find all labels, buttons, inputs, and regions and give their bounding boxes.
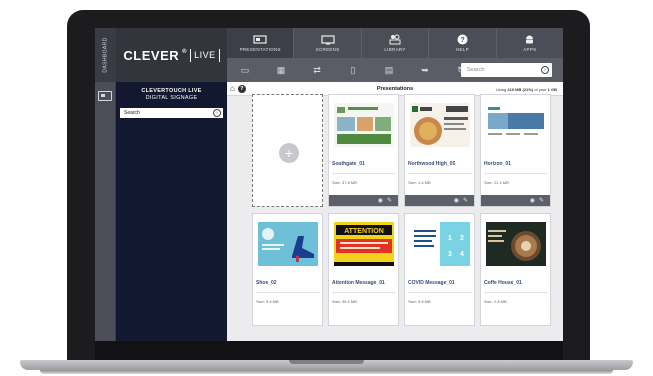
card-name: Horizon_01	[484, 161, 511, 167]
search-go-icon[interactable]: ›	[213, 109, 221, 117]
usage-prefix: Using	[496, 86, 507, 92]
card-size: Size: 37.8 MB	[332, 180, 357, 185]
brand-logo: CLEVER ® LIVE	[116, 28, 227, 82]
card-name: COVID Message_01	[408, 280, 455, 286]
calendar-icon[interactable]: ▦	[263, 65, 299, 76]
card-size: Size: 1.4 MB	[408, 180, 431, 185]
usage-total: 1 GB	[547, 86, 557, 92]
thumbnail	[486, 222, 546, 266]
thumbnail	[410, 103, 470, 147]
logo-brand: CLEVER	[123, 47, 180, 63]
logo-reg: ®	[182, 49, 188, 55]
presentation-card[interactable]: ATTENTION Attention Message_01 Size: 38.…	[328, 213, 399, 326]
presentation-icon	[253, 34, 267, 44]
nav-help[interactable]: ? HELP	[429, 28, 497, 58]
logo-live: LIVE	[190, 48, 220, 62]
left-panel: CLEVERTOUCH LIVE DIGITAL SIGNAGE Search …	[116, 82, 227, 341]
nav-label: SCREENS	[315, 46, 340, 52]
attention-text: ATTENTION	[344, 228, 384, 235]
nav-label: HELP	[455, 47, 469, 52]
card-name: Attention Message_01	[332, 280, 385, 286]
nav-label: APPS	[523, 47, 537, 52]
panel-title: CLEVERTOUCH LIVE	[141, 88, 202, 94]
edit-icon[interactable]: ✎	[463, 198, 468, 204]
help-icon: ?	[457, 34, 468, 45]
card-name: Southgate_01	[332, 161, 365, 167]
presentation-card[interactable]: Coffe House_01 Size: 2.8 MB	[480, 213, 551, 326]
preview-eye-icon[interactable]: ◉	[454, 198, 459, 204]
covid-step-1: 1	[448, 235, 452, 242]
android-icon	[526, 35, 534, 44]
slides-icon[interactable]: ▭	[227, 65, 263, 76]
laptop-shadow	[40, 370, 613, 374]
card-size: Size: 2.8 MB	[484, 299, 507, 304]
search-go-icon[interactable]: ›	[541, 66, 549, 74]
panel-subtitle: DIGITAL SIGNAGE	[145, 95, 198, 101]
storage-usage: Using 210 MB (21%) of your 1 GB	[496, 87, 557, 92]
nav-presentations[interactable]: PRESENTATIONS	[227, 28, 295, 58]
dashboard-label: DASHBOARD	[102, 37, 109, 73]
thumbnail	[334, 103, 394, 147]
card-actions: ◉ ✎	[481, 195, 550, 206]
transfer-icon[interactable]: ⇄	[299, 65, 335, 76]
card-name: Coffe House_01	[484, 280, 522, 286]
presentation-list-icon[interactable]	[98, 91, 112, 101]
card-size: Size: 22.1 MB	[484, 180, 509, 185]
schedule-icon[interactable]: ▤	[371, 65, 407, 76]
add-presentation-card[interactable]: +	[252, 94, 323, 207]
dashboard-tab[interactable]: DASHBOARD	[95, 28, 116, 82]
panel-search-input[interactable]: Search ›	[120, 108, 223, 118]
card-name: Shoe_02	[256, 280, 277, 286]
presentation-card[interactable]: Horizon_01 Size: 22.1 MB ◉ ✎	[480, 94, 551, 207]
thumbnail: ATTENTION	[334, 222, 394, 266]
card-size: Size: 38.1 MB	[332, 299, 357, 304]
laptop-mockup: DASHBOARD CLEVER ® LIVE PRESENTATIONS SCR…	[0, 0, 653, 376]
search-placeholder: Search	[467, 67, 485, 73]
laptop-notch	[289, 360, 364, 364]
preview-eye-icon[interactable]: ◉	[378, 198, 383, 204]
presentation-card[interactable]: Northwood High_05 Size: 1.4 MB ◉ ✎	[404, 94, 475, 207]
nav-screens[interactable]: SCREENS	[294, 28, 362, 58]
edit-icon[interactable]: ✎	[539, 198, 544, 204]
thumbnail	[258, 222, 318, 266]
document-icon[interactable]: ▯	[335, 65, 371, 76]
covid-step-2: 2	[460, 235, 464, 242]
thumbnail	[486, 103, 546, 147]
card-name: Northwood High_05	[408, 161, 456, 167]
card-size: Size: 9.8 MB	[408, 299, 431, 304]
edit-icon[interactable]: ✎	[387, 198, 392, 204]
usage-mid: of your	[534, 86, 547, 92]
app-screen: DASHBOARD CLEVER ® LIVE PRESENTATIONS SCR…	[95, 28, 563, 341]
card-actions: ◉ ✎	[329, 195, 398, 206]
top-nav: PRESENTATIONS SCREENS LIBRARY ? HELP APP…	[227, 28, 563, 58]
library-icon	[389, 34, 401, 45]
card-actions: ◉ ✎	[405, 195, 474, 206]
covid-step-4: 4	[460, 251, 464, 258]
usage-used: 210 MB (21%)	[507, 86, 534, 92]
nav-label: LIBRARY	[384, 47, 406, 52]
search-placeholder: Search	[124, 110, 140, 116]
presentation-card[interactable]: Southgate_01 Size: 37.8 MB ◉ ✎	[328, 94, 399, 207]
monitor-icon	[321, 34, 335, 44]
thumbnail: 1 2 3 4	[410, 222, 470, 266]
dashboard-strip: DASHBOARD	[95, 28, 116, 341]
toolbar: ▭ ▦ ⇄ ▯ ▤ ➥ ↻ Search ›	[227, 58, 563, 82]
preview-eye-icon[interactable]: ◉	[530, 198, 535, 204]
send-icon[interactable]: ➥	[407, 65, 443, 76]
nav-apps[interactable]: APPS	[497, 28, 563, 58]
laptop-bezel	[95, 341, 563, 360]
presentation-card[interactable]: Shoe_02 Size: 5.6 MB	[252, 213, 323, 326]
main-content: ⌂ ? Presentations Using 210 MB (21%) of …	[227, 82, 563, 341]
plus-icon[interactable]: +	[279, 143, 299, 163]
covid-step-3: 3	[448, 251, 452, 258]
nav-label: PRESENTATIONS	[239, 46, 281, 52]
nav-library[interactable]: LIBRARY	[362, 28, 430, 58]
svg-text:?: ?	[460, 37, 464, 44]
card-size: Size: 5.6 MB	[256, 299, 279, 304]
presentation-card[interactable]: 1 2 3 4 COVID Message_01 Size: 9.8 MB	[404, 213, 475, 326]
toolbar-search-input[interactable]: Search ›	[461, 63, 552, 77]
